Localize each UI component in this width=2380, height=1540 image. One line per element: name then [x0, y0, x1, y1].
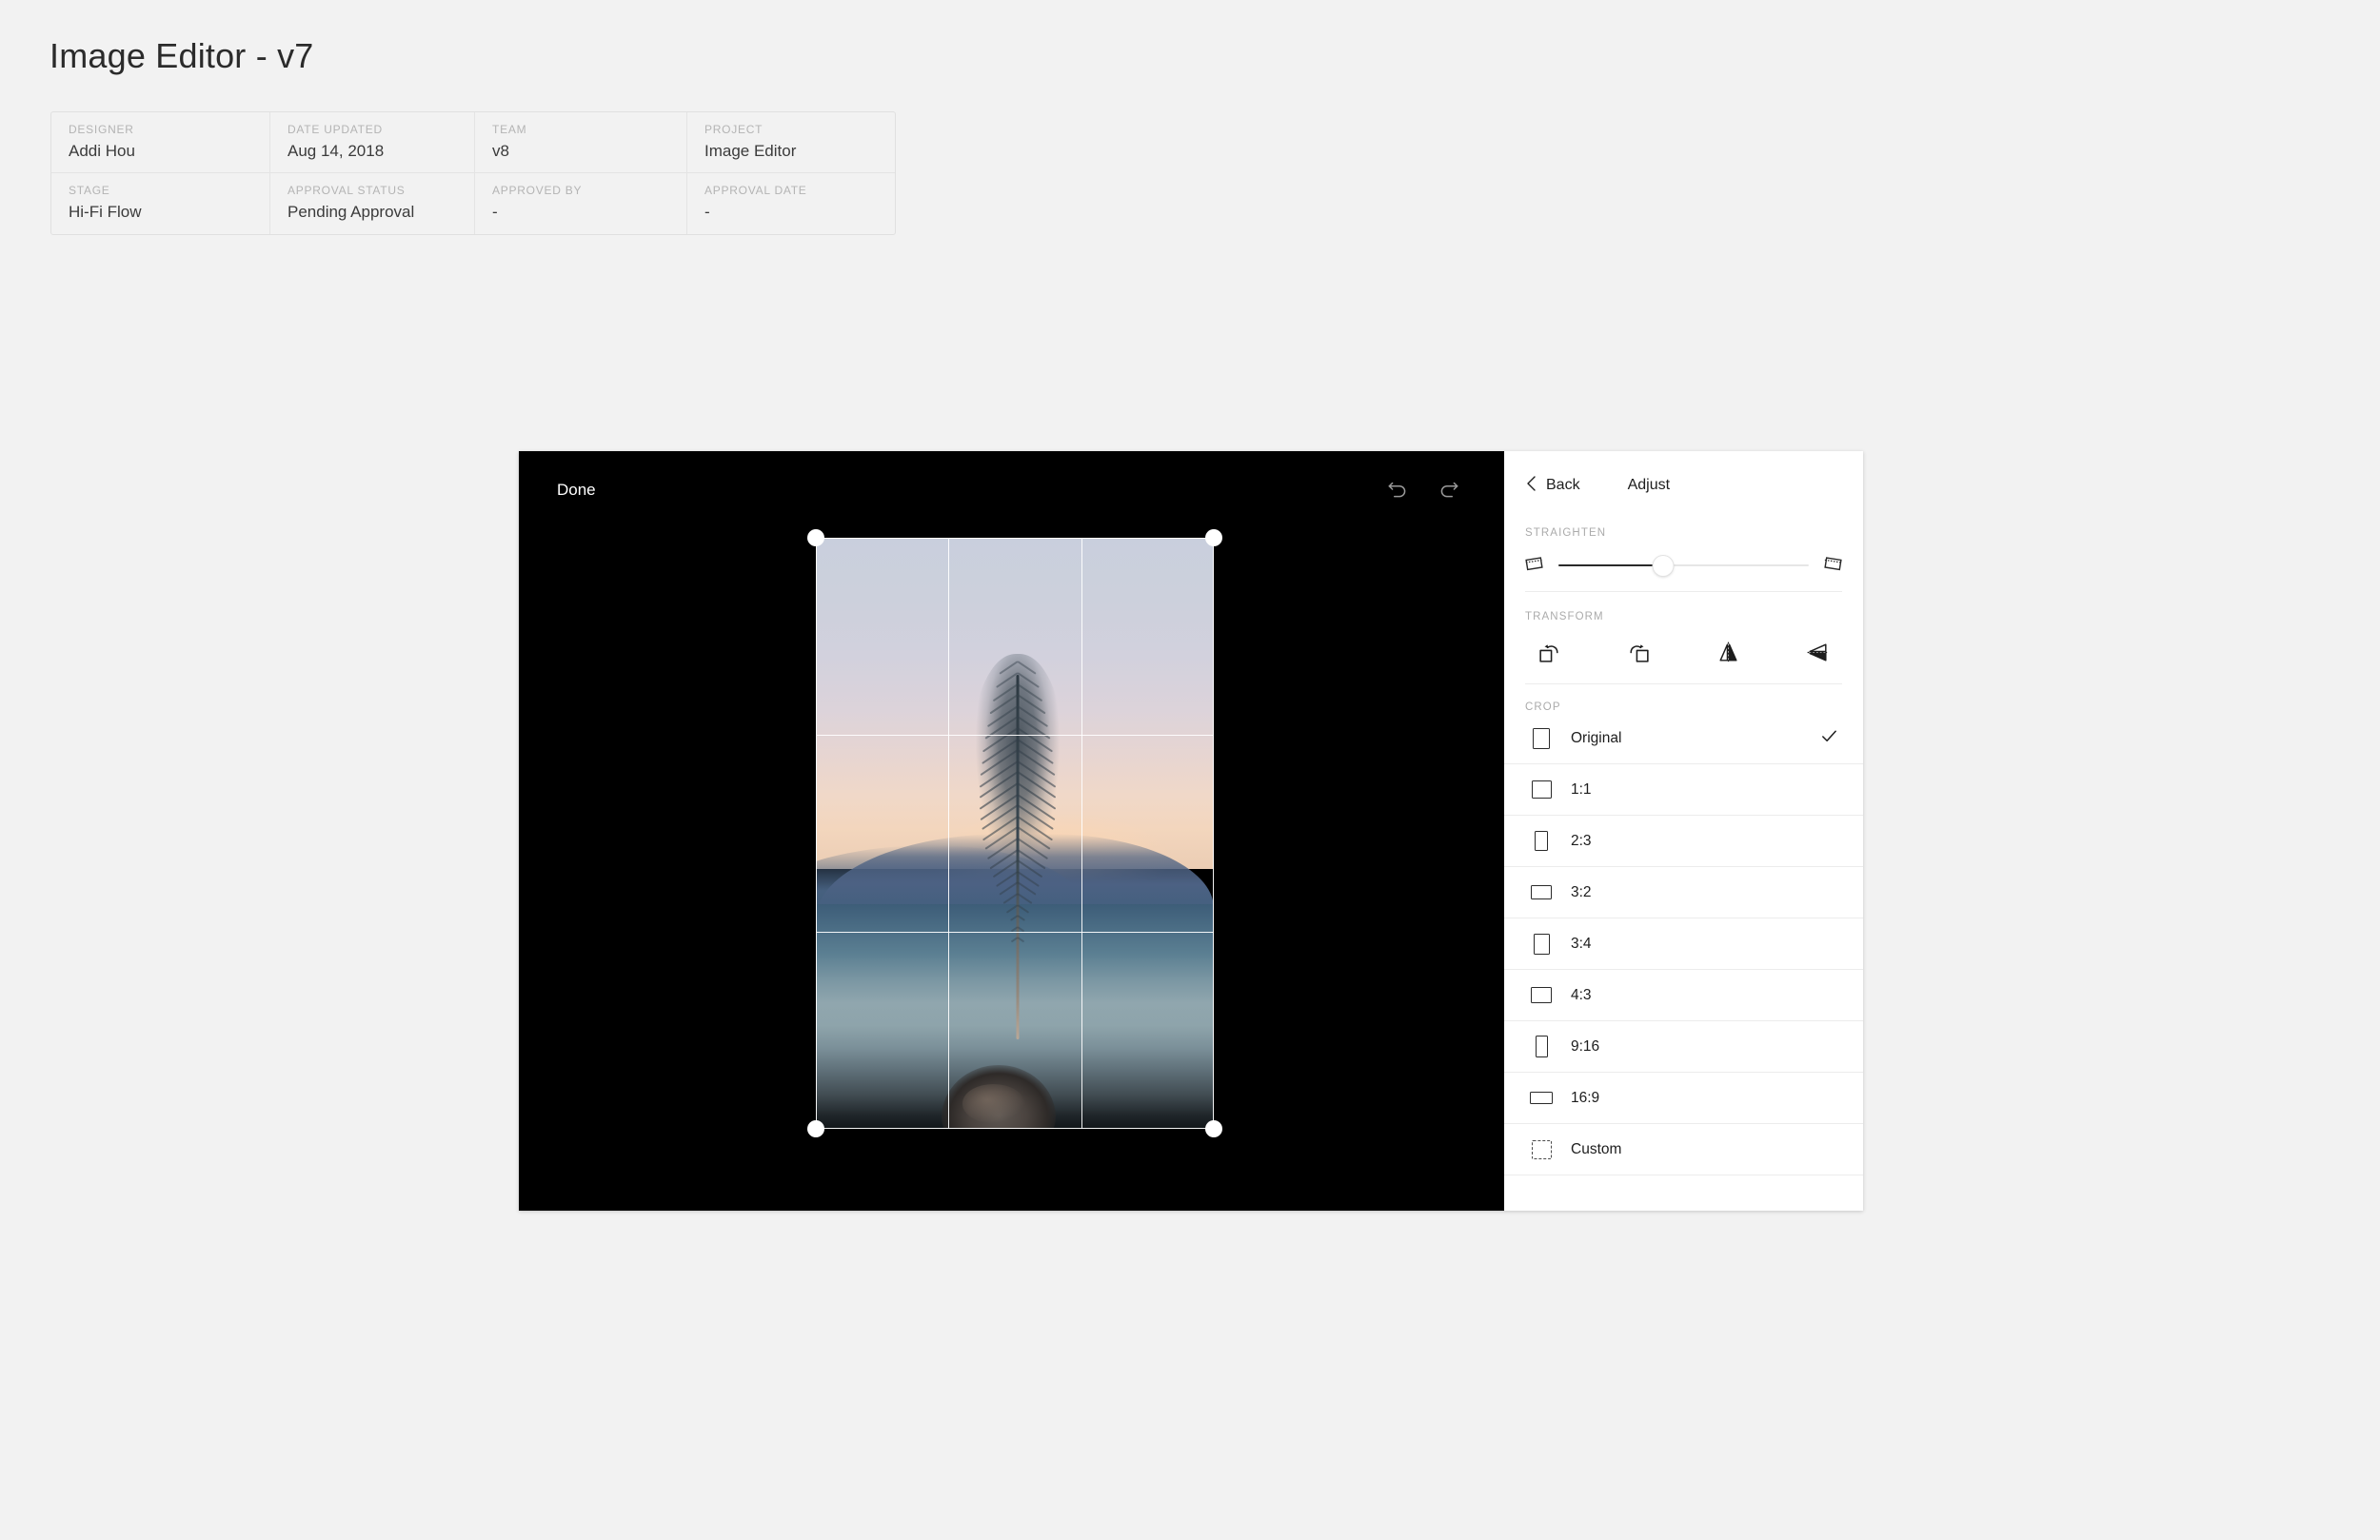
metadata-cell-designer: DESIGNER Addi Hou — [51, 112, 270, 172]
crop-grid-line — [816, 734, 1214, 736]
crop-label: CROP — [1525, 701, 1561, 713]
straighten-section: STRAIGHTEN — [1504, 520, 1863, 592]
metadata-value: Image Editor — [704, 142, 797, 160]
straighten-label: STRAIGHTEN — [1525, 527, 1607, 539]
redo-icon[interactable] — [1437, 477, 1461, 502]
metadata-label: DATE UPDATED — [288, 123, 383, 136]
crop-frame[interactable] — [807, 529, 1222, 1137]
flip-vertical-icon[interactable] — [1774, 636, 1863, 668]
aspect-ratio-icon — [1525, 885, 1557, 899]
metadata-value: Hi-Fi Flow — [69, 203, 142, 221]
straighten-row — [1504, 539, 1863, 579]
crop-option-label: 2:3 — [1571, 832, 1592, 849]
slider-fill — [1558, 564, 1664, 566]
metadata-value: Addi Hou — [69, 142, 135, 160]
crop-option-3-4[interactable]: 3:4 — [1504, 918, 1863, 970]
crop-option-label: Original — [1571, 729, 1622, 746]
metadata-cell-approval-date: APPROVAL DATE - — [687, 173, 895, 234]
crop-option-original[interactable]: Original — [1504, 713, 1863, 764]
check-icon — [1820, 727, 1838, 750]
aspect-ratio-icon — [1525, 1036, 1557, 1057]
metadata-label: APPROVAL STATUS — [288, 184, 406, 197]
undo-icon[interactable] — [1385, 477, 1410, 502]
metadata-label: STAGE — [69, 184, 110, 197]
crop-option-3-2[interactable]: 3:2 — [1504, 867, 1863, 918]
crop-grid-line — [816, 931, 1214, 933]
metadata-value: - — [492, 203, 498, 221]
metadata-cell-stage: STAGE Hi-Fi Flow — [51, 173, 270, 234]
crop-handle-bottom-right[interactable] — [1205, 1120, 1222, 1137]
back-label: Back — [1546, 477, 1580, 493]
aspect-ratio-icon — [1525, 727, 1557, 749]
metadata-value: v8 — [492, 142, 509, 160]
rotate-right-icon[interactable] — [1594, 636, 1683, 668]
metadata-cell-project: PROJECT Image Editor — [687, 112, 895, 172]
metadata-cell-approved-by: APPROVED BY - — [475, 173, 687, 234]
crop-handle-top-left[interactable] — [807, 529, 824, 546]
crop-option-2-3[interactable]: 2:3 — [1504, 816, 1863, 867]
crop-option-label: Custom — [1571, 1140, 1622, 1157]
crop-option-label: 3:4 — [1571, 935, 1592, 952]
page-title: Image Editor - v7 — [50, 36, 314, 75]
aspect-ratio-icon — [1525, 780, 1557, 799]
crop-option-label: 3:2 — [1571, 883, 1592, 900]
done-button[interactable]: Done — [557, 480, 596, 501]
metadata-row: DESIGNER Addi Hou DATE UPDATED Aug 14, 2… — [51, 112, 895, 173]
aspect-ratio-icon — [1525, 987, 1557, 1003]
metadata-row: STAGE Hi-Fi Flow APPROVAL STATUS Pending… — [51, 173, 895, 234]
crop-option-16-9[interactable]: 16:9 — [1504, 1073, 1863, 1124]
crop-grid-line — [1081, 538, 1082, 1129]
crop-option-label: 1:1 — [1571, 780, 1592, 798]
image-editor-window: Done Back Adjust STRAIGHTEN TRANSFORM CR… — [519, 451, 1863, 1211]
transform-section: TRANSFORM — [1504, 592, 1863, 684]
crop-option-label: 4:3 — [1571, 986, 1592, 1003]
aspect-ratio-icon — [1525, 1092, 1557, 1104]
metadata-value: Aug 14, 2018 — [288, 142, 385, 160]
metadata-label: TEAM — [492, 123, 527, 136]
crop-option-9-16[interactable]: 9:16 — [1504, 1021, 1863, 1073]
back-button[interactable]: Back — [1516, 469, 1590, 503]
rotate-left-icon[interactable] — [1504, 636, 1594, 668]
straighten-slider[interactable] — [1558, 554, 1809, 577]
metadata-cell-team: TEAM v8 — [475, 112, 687, 172]
crop-grid-line — [948, 538, 950, 1129]
photo-preview — [816, 538, 1214, 1129]
aspect-ratio-icon — [1525, 1139, 1557, 1159]
history-controls — [1385, 477, 1461, 502]
transform-label: TRANSFORM — [1525, 611, 1604, 622]
crop-handle-bottom-left[interactable] — [807, 1120, 824, 1137]
editor-canvas[interactable]: Done — [519, 451, 1504, 1211]
metadata-label: DESIGNER — [69, 123, 134, 136]
aspect-ratio-icon — [1525, 933, 1557, 955]
slider-thumb[interactable] — [1653, 555, 1674, 576]
metadata-value: - — [704, 203, 710, 221]
metadata-table: DESIGNER Addi Hou DATE UPDATED Aug 14, 2… — [50, 111, 896, 235]
chevron-left-icon — [1525, 475, 1537, 497]
flip-horizontal-icon[interactable] — [1684, 636, 1774, 668]
crop-option-1-1[interactable]: 1:1 — [1504, 764, 1863, 816]
crop-option-custom[interactable]: Custom — [1504, 1124, 1863, 1175]
crop-handle-top-right[interactable] — [1205, 529, 1222, 546]
crop-section: CROP Original 1:1 2:3 3:2 3:4 4:3 9:16 16:9 Cust… — [1504, 684, 1863, 1175]
metadata-label: APPROVED BY — [492, 184, 583, 197]
metadata-cell-date-updated: DATE UPDATED Aug 14, 2018 — [270, 112, 475, 172]
adjust-panel: Back Adjust STRAIGHTEN TRANSFORM CROP Or… — [1504, 451, 1863, 1211]
metadata-value: Pending Approval — [288, 203, 415, 221]
rotate-clockwise-frame-icon[interactable] — [1822, 552, 1844, 579]
transform-actions — [1504, 622, 1863, 683]
metadata-label: PROJECT — [704, 123, 764, 136]
crop-option-4-3[interactable]: 4:3 — [1504, 970, 1863, 1021]
crop-options-list: Original 1:1 2:3 3:2 3:4 4:3 9:16 16:9 Custom — [1504, 713, 1863, 1175]
metadata-label: APPROVAL DATE — [704, 184, 807, 197]
panel-title: Adjust — [1627, 477, 1671, 493]
panel-header: Back Adjust — [1504, 451, 1863, 520]
crop-option-label: 9:16 — [1571, 1037, 1600, 1055]
crop-option-label: 16:9 — [1571, 1089, 1600, 1106]
feather-graphic — [946, 632, 1089, 1060]
aspect-ratio-icon — [1525, 831, 1557, 851]
metadata-cell-approval-status: APPROVAL STATUS Pending Approval — [270, 173, 475, 234]
rotate-counterclockwise-frame-icon[interactable] — [1523, 552, 1545, 579]
